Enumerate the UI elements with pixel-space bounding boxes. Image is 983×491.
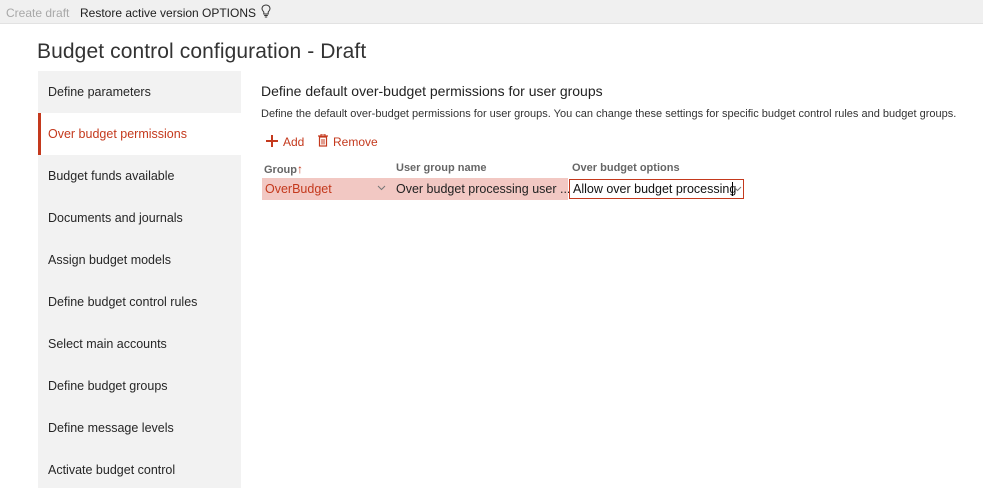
sidebar-item-label: Budget funds available — [48, 169, 175, 183]
section-description: Define the default over-budget permissio… — [261, 108, 957, 120]
add-button[interactable]: Add — [266, 134, 306, 150]
sidebar-item-define-budget-control-rules[interactable]: Define budget control rules — [38, 281, 241, 323]
options-button[interactable]: OPTIONS — [202, 6, 256, 20]
sidebar-item-budget-funds-available[interactable]: Budget funds available — [38, 155, 241, 197]
sidebar-item-select-main-accounts[interactable]: Select main accounts — [38, 323, 241, 365]
sidebar-item-assign-budget-models[interactable]: Assign budget models — [38, 239, 241, 281]
sort-ascending-icon: ↑ — [297, 162, 303, 176]
add-label: Add — [283, 135, 305, 149]
restore-active-version-button[interactable]: Restore active version — [80, 6, 199, 20]
sidebar-item-over-budget-permissions[interactable]: Over budget permissions — [38, 113, 241, 155]
column-header-over-budget-options[interactable]: Over budget options — [572, 162, 680, 174]
over-budget-options-value: Allow over budget processing — [573, 182, 737, 196]
page-title: Budget control configuration - Draft — [37, 40, 367, 63]
sidebar-item-label: Over budget permissions — [48, 127, 187, 141]
sidebar-item-label: Define message levels — [48, 421, 174, 435]
sidebar-item-label: Select main accounts — [48, 337, 167, 351]
chevron-down-icon[interactable] — [377, 185, 386, 191]
action-toolbar: Create draft Restore active version OPTI… — [0, 0, 983, 24]
user-group-name-cell: Over budget processing user ... — [396, 182, 571, 196]
plus-icon — [266, 135, 278, 147]
sidebar-item-documents-and-journals[interactable]: Documents and journals — [38, 197, 241, 239]
sidebar-item-activate-budget-control[interactable]: Activate budget control — [38, 449, 241, 491]
table-row[interactable]: OverBudget Over budget processing user .… — [262, 178, 571, 200]
section-title: Define default over-budget permissions f… — [261, 83, 603, 99]
sidebar-item-label: Activate budget control — [48, 463, 176, 477]
trash-icon — [318, 134, 328, 147]
column-header-group[interactable]: Group↑ — [264, 162, 303, 176]
lightbulb-icon[interactable] — [261, 4, 271, 18]
sidebar-item-define-budget-groups[interactable]: Define budget groups — [38, 365, 241, 407]
column-header-user-group-name[interactable]: User group name — [396, 162, 486, 174]
sidebar-item-label: Define budget groups — [48, 379, 168, 393]
remove-button[interactable]: Remove — [318, 134, 378, 150]
chevron-down-icon[interactable] — [733, 186, 742, 192]
sidebar-item-label: Assign budget models — [48, 253, 171, 267]
group-cell[interactable]: OverBudget — [265, 182, 332, 196]
sidebar-item-label: Define parameters — [48, 85, 151, 99]
sidebar-nav: Define parameters Over budget permission… — [38, 71, 241, 488]
over-budget-options-select[interactable]: Allow over budget processing — [569, 179, 744, 199]
create-draft-button[interactable]: Create draft — [6, 6, 69, 20]
remove-label: Remove — [333, 135, 378, 149]
sidebar-item-label: Define budget control rules — [48, 295, 198, 309]
sidebar-item-define-message-levels[interactable]: Define message levels — [38, 407, 241, 449]
sidebar-item-label: Documents and journals — [48, 211, 183, 225]
sidebar-item-define-parameters[interactable]: Define parameters — [38, 71, 241, 113]
